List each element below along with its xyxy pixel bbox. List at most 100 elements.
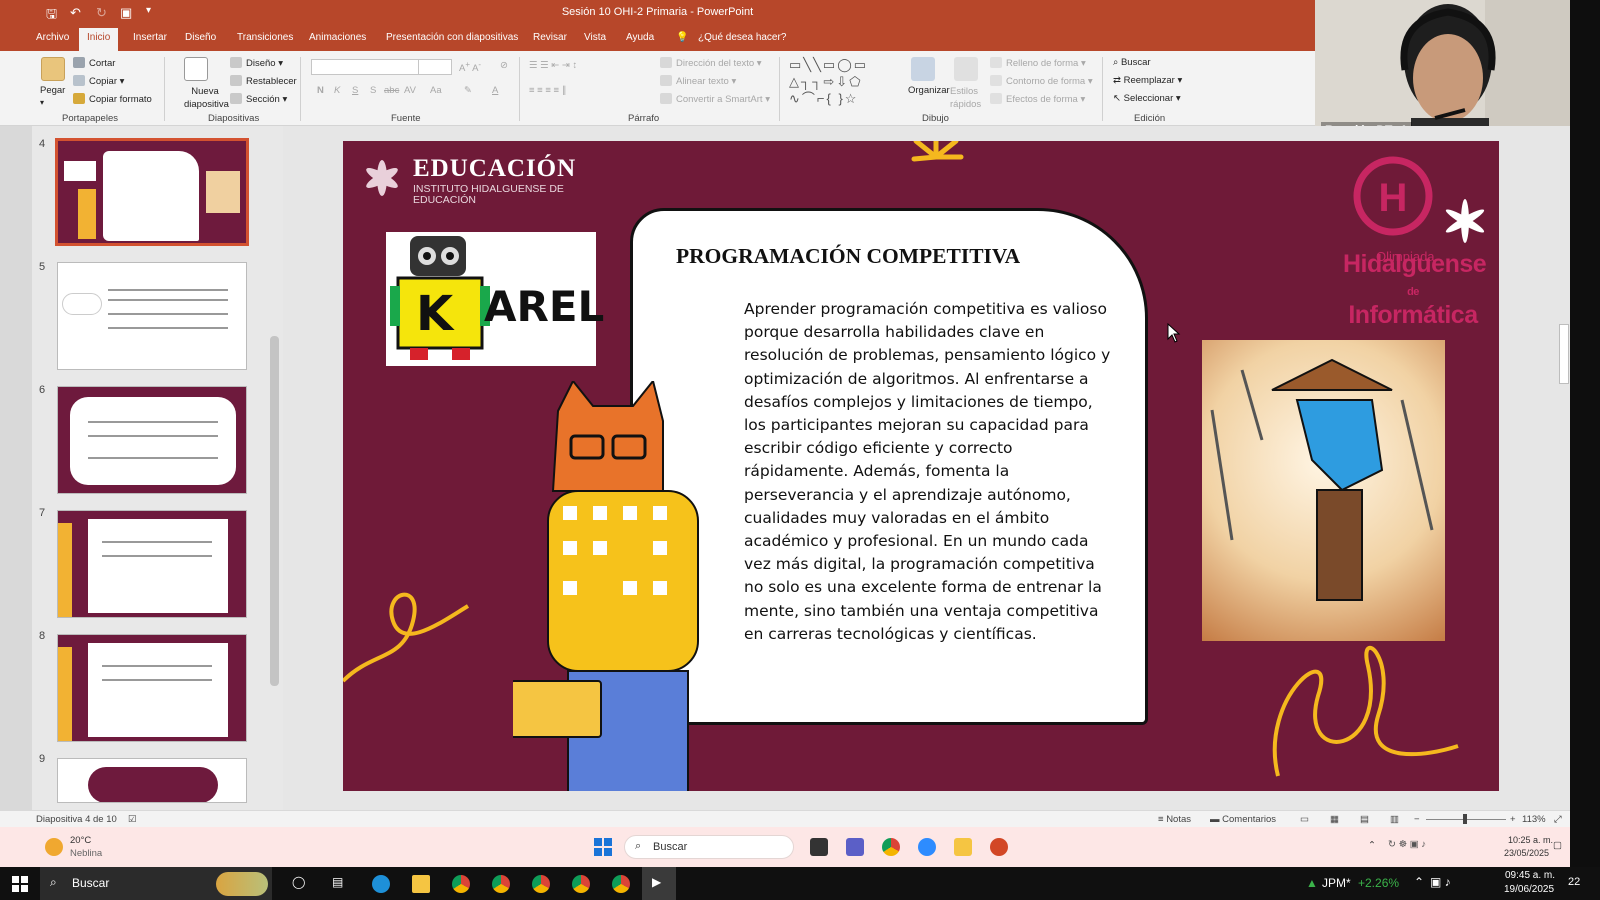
find-button[interactable]: ⌕ Buscar — [1113, 57, 1151, 68]
section-button[interactable]: Sección ▾ — [230, 93, 287, 105]
card-body-text[interactable]: Aprender programación competitiva es val… — [744, 298, 1116, 646]
arrange-button[interactable]: Organizar — [908, 85, 950, 96]
explorer-icon[interactable] — [412, 875, 430, 893]
stock-ticker[interactable]: JPM* — [1322, 876, 1351, 890]
smartart-button[interactable]: Convertir a SmartArt ▾ — [660, 93, 770, 105]
char-spacing-button[interactable]: AV — [404, 85, 416, 96]
grow-font-icon[interactable]: A+ A- — [459, 60, 481, 74]
chrome-icon[interactable] — [612, 875, 630, 893]
edge-icon[interactable] — [372, 875, 390, 893]
scrollbar-thumb[interactable] — [1559, 324, 1569, 384]
file-explorer-icon[interactable] — [954, 838, 972, 856]
shape-fill-button[interactable]: Relleno de forma ▾ — [990, 57, 1086, 69]
tab-ayuda[interactable]: Ayuda — [626, 32, 654, 43]
notes-button[interactable]: ≡ Notas — [1158, 814, 1191, 825]
thumbnail-scrollbar[interactable] — [266, 126, 283, 810]
slideshow-view-icon[interactable]: ▥ — [1390, 814, 1399, 825]
new-slide-icon[interactable] — [184, 57, 208, 81]
shape-effects-button[interactable]: Efectos de forma ▾ — [990, 93, 1085, 105]
outer-search-box[interactable]: ⌕ Buscar — [40, 867, 272, 900]
change-case-button[interactable]: Aa — [430, 85, 442, 96]
underline-button[interactable]: S — [352, 85, 358, 96]
tab-vista[interactable]: Vista — [584, 32, 606, 43]
select-button[interactable]: ↖ Seleccionar ▾ — [1113, 93, 1181, 104]
zoom-in-icon[interactable]: + — [1510, 814, 1516, 825]
reading-view-icon[interactable]: ▤ — [1360, 814, 1369, 825]
media-player-button[interactable]: ▶ — [642, 867, 676, 900]
quick-styles-button[interactable]: Estilos rápidos — [950, 85, 984, 111]
shadow-button[interactable]: S — [370, 85, 376, 96]
replace-button[interactable]: ⇄ Reemplazar ▾ — [1113, 75, 1182, 86]
tray-chevron-icon[interactable]: ⌃ — [1414, 875, 1424, 889]
italic-button[interactable]: K — [334, 85, 340, 96]
reset-button[interactable]: Restablecer — [230, 75, 297, 87]
tray-icons[interactable]: ↻ ☸ ▣ ♪ — [1388, 839, 1426, 850]
format-painter-button[interactable]: Copiar formato — [73, 93, 152, 105]
tab-transiciones[interactable]: Transiciones — [237, 32, 293, 43]
slide-thumbnail[interactable] — [57, 386, 247, 494]
spellcheck-icon[interactable]: ☑ — [128, 814, 137, 825]
tab-insertar[interactable]: Insertar — [133, 32, 167, 43]
paste-dropdown-icon[interactable]: ▾ — [40, 98, 44, 107]
taskbar-search-input[interactable]: ⌕ Buscar — [624, 835, 794, 859]
zoom-out-icon[interactable]: − — [1414, 814, 1420, 825]
slide-thumbnail[interactable] — [57, 262, 247, 370]
slide-thumbnail[interactable] — [55, 138, 249, 246]
powerpoint-icon[interactable] — [990, 838, 1008, 856]
quick-styles-icon[interactable] — [954, 57, 978, 81]
sorter-view-icon[interactable]: ▦ — [1330, 814, 1339, 825]
tab-animaciones[interactable]: Animaciones — [309, 32, 366, 43]
cortana-icon[interactable]: ◯ — [292, 875, 305, 889]
tab-presentacion[interactable]: Presentación con diapositivas — [386, 32, 518, 43]
paste-button[interactable]: Pegar — [40, 85, 65, 96]
zoom-slider-thumb[interactable] — [1463, 814, 1467, 824]
slide-thumbnail-pane[interactable]: 4 5 6 7 8 9 — [32, 126, 283, 810]
clear-format-icon[interactable]: ⊘ — [500, 60, 508, 71]
terminal-icon[interactable] — [810, 838, 828, 856]
layout-button[interactable]: Diseño ▾ — [230, 57, 283, 69]
tab-inicio[interactable]: Inicio — [79, 28, 119, 51]
chrome-icon[interactable] — [492, 875, 510, 893]
comments-button[interactable]: ▬ Comentarios — [1210, 814, 1276, 825]
chrome-icon[interactable] — [532, 875, 550, 893]
windows-start-icon[interactable] — [594, 838, 612, 856]
tab-archivo[interactable]: Archivo — [36, 32, 69, 43]
tray-chevron-icon[interactable]: ⌃ — [1368, 840, 1376, 851]
highlight-icon[interactable]: ✎ — [464, 85, 472, 96]
scrollbar-thumb[interactable] — [270, 336, 279, 686]
normal-view-icon[interactable]: ▭ — [1300, 814, 1309, 825]
strikethrough-button[interactable]: abc — [384, 85, 399, 96]
chrome-icon[interactable] — [572, 875, 590, 893]
start-button-icon[interactable] — [12, 876, 28, 892]
zoom-level[interactable]: 113% — [1522, 814, 1546, 825]
network-volume-icons[interactable]: ▣ ♪ — [1430, 875, 1451, 889]
cut-button[interactable]: Cortar — [73, 57, 115, 69]
editor-scrollbar[interactable] — [1558, 126, 1570, 810]
bullets-icon[interactable]: ☰ ☰ ⇤ ⇥ ↕ — [529, 60, 577, 71]
slide-thumbnail[interactable] — [57, 634, 247, 742]
font-size-select[interactable] — [418, 59, 452, 75]
slide-thumbnail[interactable] — [57, 510, 247, 618]
paste-icon[interactable] — [41, 57, 65, 81]
chrome-icon[interactable] — [452, 875, 470, 893]
bold-button[interactable]: N — [317, 85, 324, 96]
tab-revisar[interactable]: Revisar — [533, 32, 567, 43]
cowboy-character-image[interactable] — [1202, 340, 1445, 641]
notification-center-icon[interactable]: ▢ — [1553, 840, 1562, 851]
slide-canvas[interactable]: EDUCACIÓN INSTITUTO HIDALGUENSE DE EDUCA… — [343, 141, 1499, 791]
notifications-badge[interactable]: 22 — [1568, 876, 1580, 888]
font-family-select[interactable] — [311, 59, 422, 75]
task-view-icon[interactable]: ▤ — [332, 875, 343, 889]
copy-button[interactable]: Copiar ▾ — [73, 75, 124, 87]
align-icons[interactable]: ≡ ≡ ≡ ≡ ∥ — [529, 85, 566, 96]
chrome-icon[interactable] — [882, 838, 900, 856]
shapes-gallery[interactable]: ▭╲╲▭◯▭ △┐┐⇨⇩⬠ ∿⌒⌐{ }☆ — [789, 56, 897, 108]
fit-slide-icon[interactable]: ⤢ — [1554, 814, 1562, 825]
align-text-button[interactable]: Alinear texto ▾ — [660, 75, 736, 87]
tell-me-input[interactable]: ¿Qué desea hacer? — [698, 32, 786, 43]
card-title[interactable]: PROGRAMACIÓN COMPETITIVA — [676, 244, 1020, 269]
zoom-app-icon[interactable] — [918, 838, 936, 856]
shape-outline-button[interactable]: Contorno de forma ▾ — [990, 75, 1093, 87]
text-direction-button[interactable]: Dirección del texto ▾ — [660, 57, 762, 69]
new-slide-button[interactable]: Nueva diapositiva — [184, 85, 229, 111]
